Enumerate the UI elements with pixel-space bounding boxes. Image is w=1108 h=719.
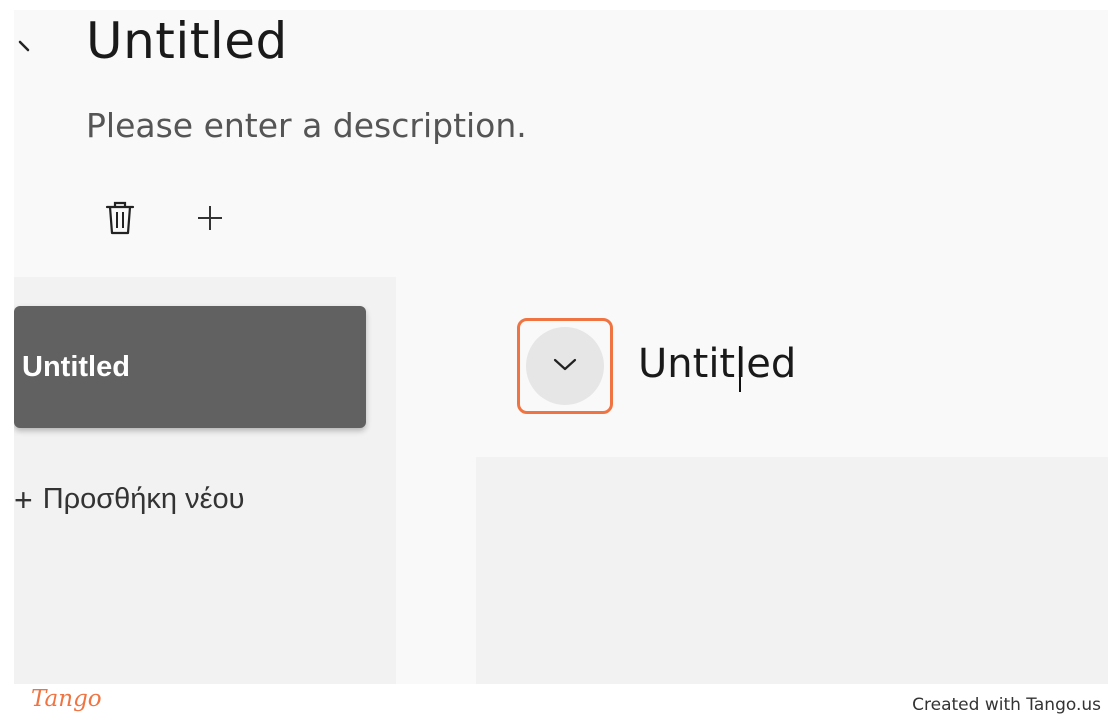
sidebar-item-untitled[interactable]: Untitled bbox=[14, 306, 366, 428]
sidebar: Untitled + Προσθήκη νέου bbox=[14, 277, 396, 684]
tango-logo: Tango bbox=[31, 686, 102, 712]
highlight-box bbox=[517, 318, 613, 414]
content-panel bbox=[476, 457, 1108, 684]
footer: Tango Created with Tango.us bbox=[0, 684, 1108, 719]
delete-button[interactable] bbox=[100, 200, 140, 240]
text-cursor bbox=[739, 346, 741, 392]
trash-icon bbox=[105, 200, 135, 241]
plus-icon: + bbox=[14, 481, 33, 518]
section-title-input[interactable] bbox=[638, 336, 1058, 392]
page-description[interactable]: Please enter a description. bbox=[86, 106, 527, 145]
add-new-label: Προσθήκη νέου bbox=[42, 483, 245, 515]
app-window: Untitled Please enter a description. Unt… bbox=[14, 10, 1108, 684]
sidebar-item-label: Untitled bbox=[22, 350, 130, 383]
page-title[interactable]: Untitled bbox=[86, 12, 288, 70]
back-arrow-icon[interactable] bbox=[16, 34, 40, 58]
chevron-down-icon bbox=[551, 355, 579, 378]
add-button[interactable] bbox=[190, 200, 230, 240]
add-new-link[interactable]: + Προσθήκη νέου bbox=[14, 483, 245, 516]
plus-icon bbox=[196, 204, 224, 237]
collapse-toggle-button[interactable] bbox=[526, 327, 604, 405]
tango-credit: Created with Tango.us bbox=[912, 695, 1101, 715]
